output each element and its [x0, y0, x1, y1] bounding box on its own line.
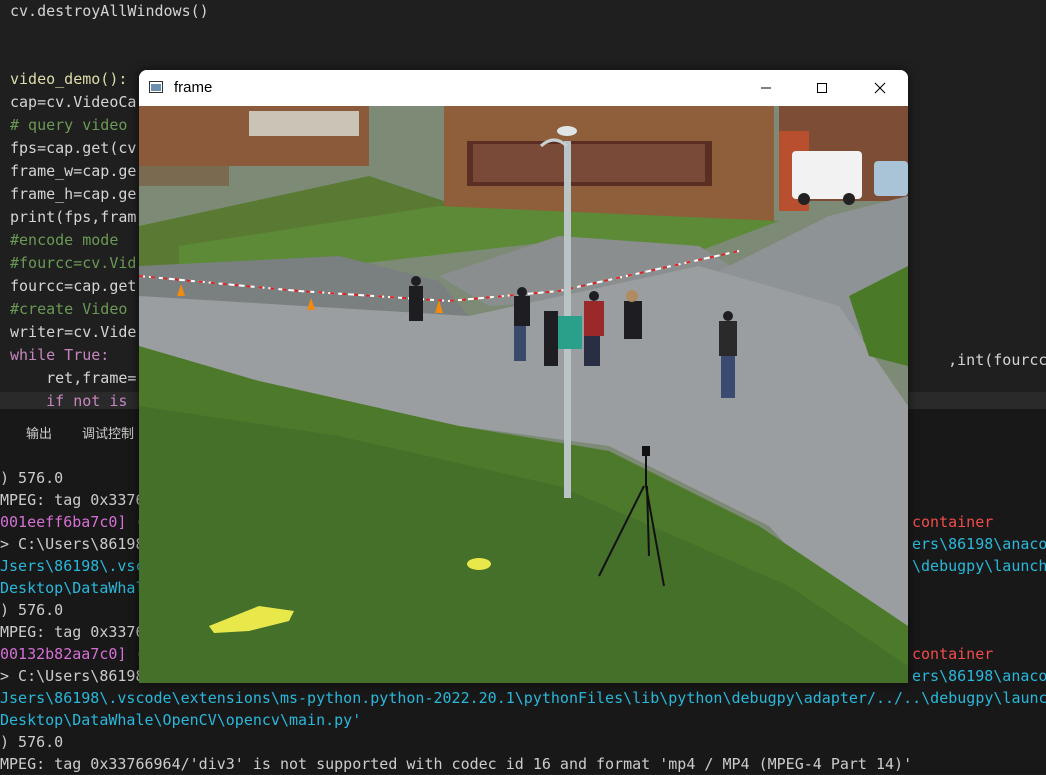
maximize-icon [817, 83, 827, 93]
code-line: fourcc=cap.get [10, 277, 137, 295]
minimize-icon [761, 87, 771, 89]
window-title: frame [174, 79, 213, 96]
code-fragment-right: ,int(fourcc),fp [948, 351, 1046, 369]
terminal-line-right: container [912, 513, 994, 531]
terminal-line: 001eeff6ba7c0] ( [0, 513, 145, 531]
frame-window[interactable]: frame [139, 70, 908, 683]
code-line: ret,frame= [10, 369, 137, 387]
code-line: # query video [10, 116, 128, 134]
maximize-button[interactable] [794, 70, 850, 106]
code-line: fps=cap.get(cv [10, 139, 137, 157]
terminal-line: 00132b82aa7c0] ( [0, 645, 145, 663]
terminal-line: MPEG: tag 0x3376 [0, 491, 145, 509]
terminal-line: > C:\Users\86198\ [0, 535, 154, 553]
code-line: writer=cv.Vide [10, 323, 137, 341]
video-frame-image [139, 106, 908, 683]
code-line: print(fps,fram [10, 208, 137, 226]
tab-output[interactable]: 输出 [26, 423, 52, 442]
tab-debug-console[interactable]: 调试控制 [82, 423, 134, 442]
close-button[interactable] [852, 70, 908, 106]
panel-tabs: 输出 调试控制 [0, 409, 140, 455]
terminal-line: Desktop\DataWhale [0, 579, 154, 597]
terminal-line: ) 576.0 [0, 601, 64, 619]
video-frame [139, 106, 908, 683]
code-line: frame_w=cap.ge [10, 162, 137, 180]
code-line: video_demo(): [10, 70, 128, 88]
terminal-line: MPEG: tag 0x33766964/'div3' is not suppo… [0, 755, 913, 773]
sign [554, 316, 582, 349]
code-line: #fourcc=cv.Vid [10, 254, 137, 272]
car [874, 161, 908, 196]
van [792, 151, 862, 199]
terminal-line: Desktop\DataWhale\OpenCV\opencv\main.py' [0, 711, 362, 729]
opencv-window-icon [149, 81, 163, 93]
code-line: frame_h=cap.ge [10, 185, 137, 203]
terminal-line: ) 576.0 [0, 733, 64, 751]
code-line: while True: [10, 346, 110, 364]
terminal-line: > C:\Users\86198\ [0, 667, 154, 685]
terminal-line-right: \debugpy\launch [912, 557, 1046, 575]
terminal-line-right: container [912, 645, 994, 663]
terminal-line: Jsers\86198\.vscode\extensions\ms-python… [0, 689, 1046, 707]
code-line: #encode mode [10, 231, 119, 249]
close-icon [874, 82, 886, 94]
window-titlebar[interactable]: frame [139, 70, 908, 106]
terminal-line: MPEG: tag 0x3376 [0, 623, 145, 641]
minimize-button[interactable] [738, 70, 794, 106]
terminal-line: Jsers\86198\.vsco [0, 557, 154, 575]
terminal-line: ) 576.0 [0, 469, 64, 487]
code-line: cv.destroyAllWindows() [10, 2, 209, 20]
terminal-line-right: ers\86198\anaco [912, 667, 1046, 685]
code-line: #create Video [10, 300, 128, 318]
terminal-line-right: ers\86198\anaco [912, 535, 1046, 553]
code-line: cap=cv.VideoCa [10, 93, 137, 111]
